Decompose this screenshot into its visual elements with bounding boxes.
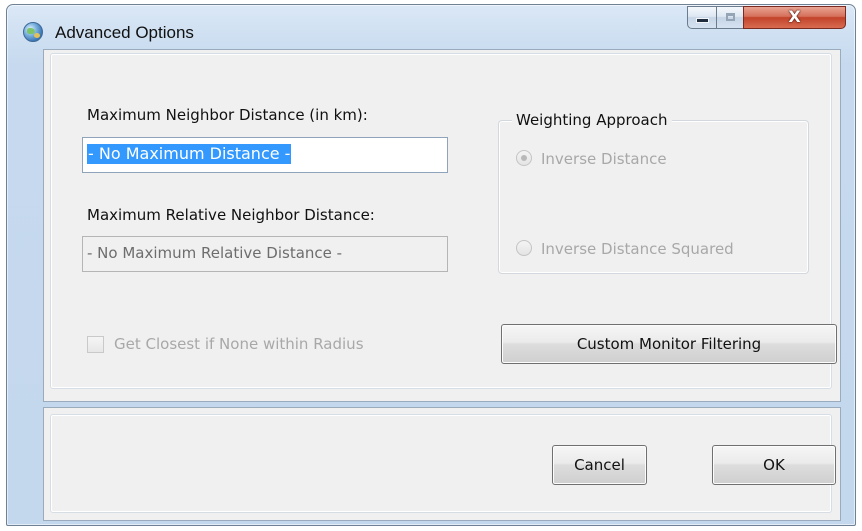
cancel-button[interactable]: Cancel xyxy=(552,445,647,485)
window-title: Advanced Options xyxy=(55,23,194,42)
maximize-button xyxy=(716,6,744,29)
minimize-icon xyxy=(697,19,708,22)
inverse-distance-squared-label: Inverse Distance Squared xyxy=(541,240,734,258)
minimize-button[interactable] xyxy=(687,6,717,29)
advanced-options-window: Advanced Options X Maximum Neighbor Dist… xyxy=(6,4,856,526)
max-neighbor-distance-input[interactable]: - No Maximum Distance - xyxy=(82,137,448,173)
inverse-distance-squared-radio xyxy=(516,240,532,256)
caption-buttons: X xyxy=(687,6,847,29)
inverse-distance-radio xyxy=(516,150,532,166)
ok-button[interactable]: OK xyxy=(712,445,836,485)
max-relative-distance-label: Maximum Relative Neighbor Distance: xyxy=(87,206,375,224)
get-closest-label: Get Closest if None within Radius xyxy=(114,335,364,353)
get-closest-checkbox xyxy=(87,336,104,353)
max-neighbor-distance-value: - No Maximum Distance - xyxy=(87,144,292,164)
maximize-icon xyxy=(726,13,735,21)
max-relative-distance-value: - No Maximum Relative Distance - xyxy=(87,244,343,262)
weighting-approach-legend: Weighting Approach xyxy=(512,111,672,129)
globe-icon xyxy=(23,22,43,42)
options-panel: Maximum Neighbor Distance (in km): - No … xyxy=(43,49,841,402)
title-bar[interactable]: Advanced Options X xyxy=(7,5,855,42)
close-icon: X xyxy=(788,7,801,26)
max-relative-distance-input: - No Maximum Relative Distance - xyxy=(82,236,448,272)
inverse-distance-label: Inverse Distance xyxy=(541,150,667,168)
radio-selected-dot xyxy=(521,155,527,161)
dialog-buttons-panel: Cancel OK xyxy=(43,407,841,521)
close-button[interactable]: X xyxy=(743,6,846,29)
max-neighbor-distance-label: Maximum Neighbor Distance (in km): xyxy=(87,106,368,124)
custom-monitor-filtering-button[interactable]: Custom Monitor Filtering xyxy=(501,324,837,364)
